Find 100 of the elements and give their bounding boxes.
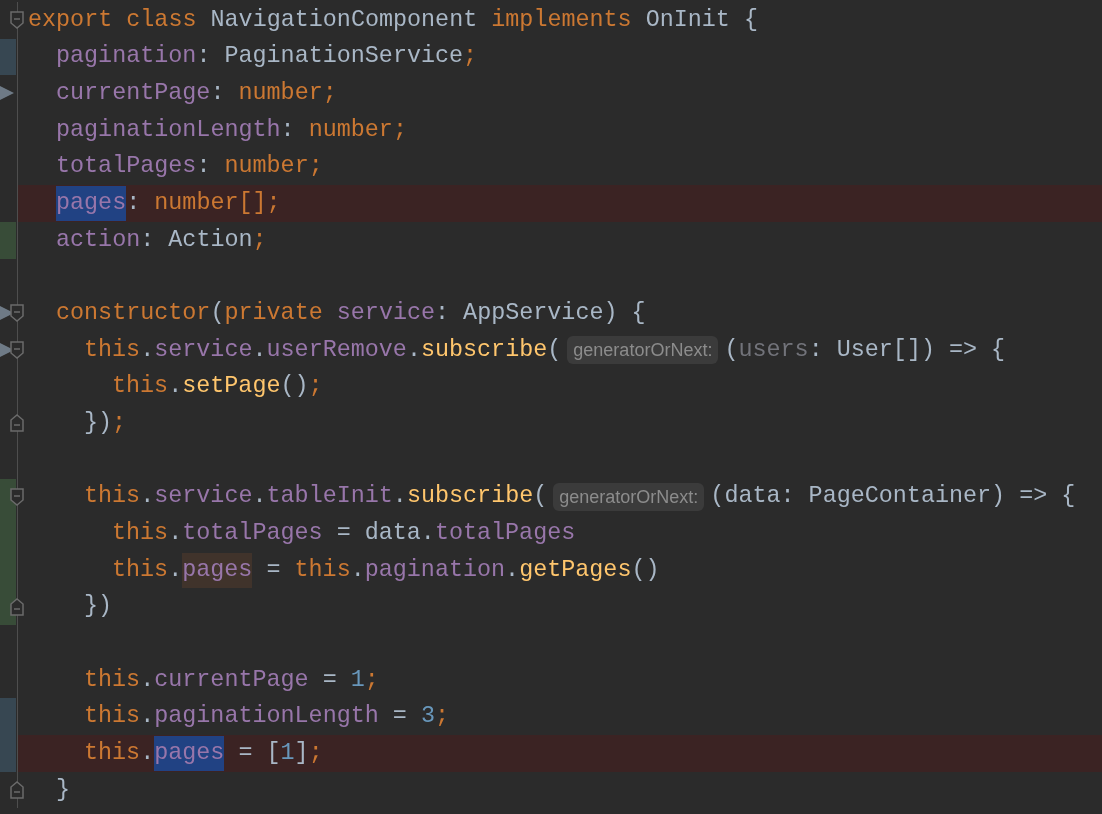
code-token: subscribe — [420, 335, 548, 365]
code-token: this — [294, 555, 351, 585]
code-token: . — [140, 335, 155, 365]
code-token: : — [196, 152, 212, 182]
code-token: this — [84, 335, 141, 365]
code-token: OnInit { — [645, 5, 758, 35]
code-token: userRemove — [266, 335, 407, 365]
code-token: . — [168, 372, 183, 402]
code-token: 1 — [280, 738, 295, 768]
code-token: . — [505, 555, 520, 585]
code-token: totalPages — [182, 518, 323, 548]
fold-collapse-icon[interactable] — [10, 487, 24, 506]
code-token: . — [140, 738, 155, 768]
code-token: (data: PageContainer) => { — [710, 482, 1076, 512]
code-token: ; — [252, 225, 267, 255]
code-token: . — [252, 335, 267, 365]
code-token: = [ — [238, 738, 281, 768]
code-token: }) — [84, 409, 113, 438]
code-token: ; — [308, 372, 323, 402]
code-token: number[]; — [154, 189, 281, 219]
code-token: action — [56, 225, 141, 255]
code-token: : User[]) => { — [808, 335, 1006, 365]
code-token: getPages — [519, 555, 632, 585]
code-token: pages — [154, 735, 225, 771]
code-token: () — [631, 555, 660, 585]
code-token: private — [224, 299, 323, 328]
code-token: ; — [463, 42, 478, 72]
code-token: . — [350, 555, 365, 585]
code-token: 1 — [350, 665, 365, 695]
code-token: service — [154, 335, 253, 365]
code-token: service — [336, 299, 436, 328]
code-token: number; — [224, 152, 323, 182]
code-token: = data. — [336, 518, 435, 548]
code-token: : Action — [140, 225, 253, 255]
code-token: : — [210, 79, 226, 109]
code-token: number; — [308, 115, 407, 145]
code-token: pagination — [56, 42, 197, 72]
code-token: : PaginationService — [196, 42, 464, 72]
code-token: setPage — [182, 372, 281, 402]
code-token: ; — [434, 702, 449, 732]
code-token: . — [252, 482, 267, 512]
code-token: . — [392, 482, 407, 512]
code-token: currentPage — [154, 665, 309, 695]
code-token: totalPages — [434, 518, 576, 548]
code-token: NavigationComponent — [210, 5, 478, 35]
code-token: pages — [56, 186, 127, 222]
code-token: } — [56, 775, 71, 805]
code-token: implements — [491, 5, 632, 35]
code-token: subscribe — [406, 482, 534, 512]
code-token: : — [280, 115, 296, 145]
code-token: () — [280, 372, 309, 402]
code-token: ; — [112, 409, 127, 438]
code-token: this — [112, 518, 169, 548]
code-token: ( — [724, 335, 739, 365]
code-token: this — [84, 482, 141, 512]
code-token: . — [140, 482, 155, 512]
code-token: . — [140, 702, 155, 732]
code-token: : — [126, 189, 142, 219]
parameter-hint: generatorOrNext: — [553, 482, 705, 511]
code-token: 3 — [420, 702, 435, 732]
fold-collapse-icon[interactable] — [10, 340, 24, 359]
code-token: pagination — [364, 555, 506, 585]
code-token: pages — [182, 552, 253, 588]
fold-collapse-icon[interactable] — [10, 11, 24, 29]
code-token: this — [112, 555, 169, 585]
code-token: = — [322, 665, 338, 695]
code-token: . — [168, 518, 183, 548]
code-token: : AppService) { — [435, 299, 646, 328]
code-token: class — [126, 5, 197, 35]
code-token: this — [84, 738, 141, 768]
code-token: users — [738, 335, 809, 365]
code-token: tableInit — [266, 482, 393, 512]
code-token: }) — [84, 592, 113, 622]
code-token: constructor — [56, 299, 211, 328]
code-token: totalPages — [56, 152, 197, 182]
code-token: = — [392, 702, 408, 732]
fold-end-icon[interactable] — [10, 414, 24, 433]
fold-end-icon[interactable] — [10, 780, 24, 799]
code-token: number; — [238, 79, 337, 109]
code-token: ( — [210, 299, 225, 328]
code-token: = — [266, 555, 282, 585]
code-token: paginationLength — [56, 115, 281, 145]
code-token: this — [84, 702, 141, 732]
code-token: ( — [547, 335, 562, 365]
code-token: this — [84, 665, 141, 695]
fold-collapse-icon[interactable] — [10, 304, 24, 323]
code-token: . — [140, 665, 155, 695]
parameter-hint: generatorOrNext: — [567, 336, 719, 365]
code-token: . — [406, 335, 421, 365]
code-token: service — [154, 482, 253, 512]
code-token: this — [112, 372, 169, 402]
code-token: currentPage — [56, 79, 211, 109]
code-token: ; — [308, 738, 323, 768]
triangle-marker-icon[interactable] — [0, 85, 14, 102]
code-token: ( — [533, 482, 548, 512]
code-token: paginationLength — [154, 702, 379, 732]
code-token: ; — [364, 665, 379, 695]
code-token: . — [168, 555, 183, 585]
code-token: ] — [294, 738, 309, 768]
code-token: export — [28, 5, 113, 35]
